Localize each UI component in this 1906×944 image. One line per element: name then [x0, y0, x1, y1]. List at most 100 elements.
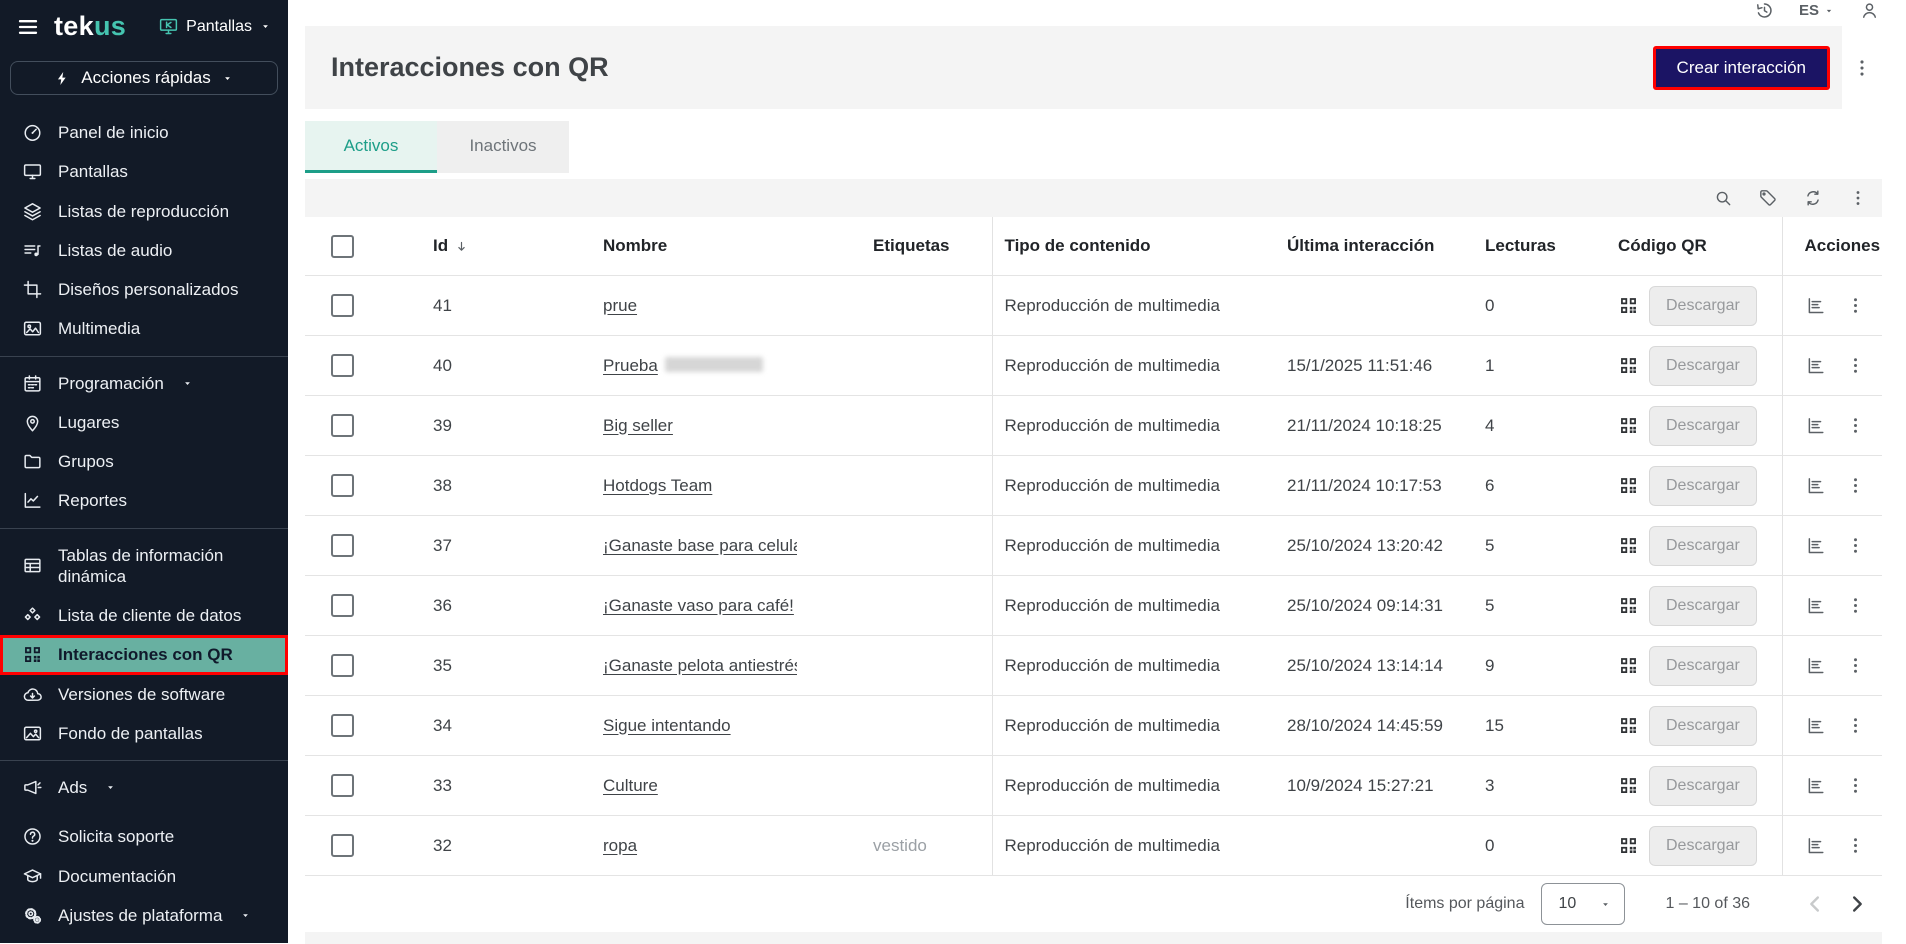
next-page-button[interactable] — [1844, 891, 1870, 917]
sidebar-item-programaci-n[interactable]: Programación — [0, 364, 288, 403]
column-header-nombre[interactable]: Nombre — [537, 217, 797, 276]
create-interaction-button[interactable]: Crear interacción — [1653, 46, 1830, 90]
row-checkbox[interactable] — [331, 354, 354, 377]
sidebar-item-documentaci-n[interactable]: Documentación — [0, 857, 288, 896]
qr-code-icon[interactable] — [1618, 595, 1639, 616]
person-icon[interactable] — [1859, 0, 1880, 21]
kebab-icon[interactable] — [1845, 295, 1866, 316]
row-checkbox[interactable] — [331, 654, 354, 677]
kebab-icon[interactable] — [1845, 355, 1866, 376]
download-button[interactable]: Descargar — [1649, 406, 1757, 446]
download-button[interactable]: Descargar — [1649, 466, 1757, 506]
sidebar-item-versiones-de-software[interactable]: Versiones de software — [0, 675, 288, 714]
bar-chart-icon[interactable] — [1805, 535, 1826, 556]
row-name-link[interactable]: Hotdogs Team — [603, 476, 712, 495]
column-header-lecturas[interactable]: Lecturas — [1463, 217, 1590, 276]
sync-icon[interactable] — [1803, 188, 1823, 208]
sidebar-item-lugares[interactable]: Lugares — [0, 403, 288, 442]
download-button[interactable]: Descargar — [1649, 826, 1757, 866]
qr-code-icon[interactable] — [1618, 355, 1639, 376]
row-name-link[interactable]: Culture — [603, 776, 658, 795]
sidebar-item-interacciones-con-qr[interactable]: Interacciones con QR — [0, 635, 288, 674]
kebab-icon[interactable] — [1845, 415, 1866, 436]
sidebar-item-panel-de-inicio[interactable]: Panel de inicio — [0, 113, 288, 152]
bar-chart-icon[interactable] — [1805, 295, 1826, 316]
column-header-ultima[interactable]: Última interacción — [1266, 217, 1463, 276]
download-button[interactable]: Descargar — [1649, 346, 1757, 386]
qr-code-icon[interactable] — [1618, 475, 1639, 496]
sidebar-item-ads[interactable]: Ads — [0, 768, 288, 807]
sidebar-item-fondo-de-pantallas[interactable]: Fondo de pantallas — [0, 714, 288, 753]
sidebar-item-listas-de-audio[interactable]: Listas de audio — [0, 231, 288, 270]
bar-chart-icon[interactable] — [1805, 775, 1826, 796]
sort-desc-icon[interactable] — [454, 239, 469, 254]
history-icon[interactable] — [1754, 0, 1775, 21]
row-name-link[interactable]: ¡Ganaste base para celular! — [603, 536, 797, 555]
download-button[interactable]: Descargar — [1649, 646, 1757, 686]
column-header-etiquetas[interactable]: Etiquetas — [797, 217, 992, 276]
row-checkbox[interactable] — [331, 414, 354, 437]
row-name-link[interactable]: ropa — [603, 836, 637, 855]
tab-activos[interactable]: Activos — [305, 121, 437, 173]
row-name-link[interactable]: Big seller — [603, 416, 673, 435]
column-header-id[interactable]: Id — [433, 236, 448, 256]
qr-code-icon[interactable] — [1618, 535, 1639, 556]
kebab-icon[interactable] — [1845, 775, 1866, 796]
column-header-tipo[interactable]: Tipo de contenido — [992, 217, 1266, 276]
sidebar-item-solicita-soporte[interactable]: Solicita soporte — [0, 817, 288, 856]
sidebar-item-grupos[interactable]: Grupos — [0, 442, 288, 481]
row-checkbox[interactable] — [331, 834, 354, 857]
download-button[interactable]: Descargar — [1649, 706, 1757, 746]
kebab-icon[interactable] — [1845, 535, 1866, 556]
row-checkbox[interactable] — [331, 534, 354, 557]
row-name-link[interactable]: ¡Ganaste vaso para café! — [603, 596, 794, 615]
sidebar-item-tablas-de-informaci-n-din-mica[interactable]: Tablas de información dinámica — [0, 536, 288, 597]
bar-chart-icon[interactable] — [1805, 355, 1826, 376]
kebab-icon[interactable] — [1848, 188, 1868, 208]
sidebar-item-listas-de-reproducci-n[interactable]: Listas de reproducción — [0, 192, 288, 231]
row-name-link[interactable]: prue — [603, 296, 637, 315]
download-button[interactable]: Descargar — [1649, 526, 1757, 566]
bar-chart-icon[interactable] — [1805, 655, 1826, 676]
bar-chart-icon[interactable] — [1805, 415, 1826, 436]
row-checkbox[interactable] — [331, 594, 354, 617]
row-name-link[interactable]: ¡Ganaste pelota antiestrés! — [603, 656, 797, 675]
row-name-link[interactable]: Prueba — [603, 356, 763, 375]
qr-code-icon[interactable] — [1618, 655, 1639, 676]
row-name-link[interactable]: Sigue intentando — [603, 716, 731, 735]
page-menu-button[interactable] — [1842, 57, 1882, 79]
menu-icon[interactable] — [16, 15, 40, 39]
page-size-select[interactable]: 10 — [1541, 883, 1625, 925]
download-button[interactable]: Descargar — [1649, 586, 1757, 626]
row-checkbox[interactable] — [331, 294, 354, 317]
sidebar-item-multimedia[interactable]: Multimedia — [0, 309, 288, 348]
bar-chart-icon[interactable] — [1805, 595, 1826, 616]
kebab-icon[interactable] — [1845, 475, 1866, 496]
bar-chart-icon[interactable] — [1805, 475, 1826, 496]
tag-icon[interactable] — [1758, 188, 1778, 208]
qr-code-icon[interactable] — [1618, 415, 1639, 436]
kebab-icon[interactable] — [1845, 595, 1866, 616]
qr-code-icon[interactable] — [1618, 715, 1639, 736]
qr-code-icon[interactable] — [1618, 835, 1639, 856]
language-selector[interactable]: ES — [1799, 2, 1835, 19]
qr-code-icon[interactable] — [1618, 295, 1639, 316]
sidebar-item-dise-os-personalizados[interactable]: Diseños personalizados — [0, 270, 288, 309]
quick-actions-button[interactable]: Acciones rápidas — [10, 61, 278, 95]
kebab-icon[interactable] — [1845, 835, 1866, 856]
sidebar-item-reportes[interactable]: Reportes — [0, 481, 288, 520]
download-button[interactable]: Descargar — [1649, 766, 1757, 806]
sidebar-item-lista-de-cliente-de-datos[interactable]: Lista de cliente de datos — [0, 596, 288, 635]
search-icon[interactable] — [1713, 188, 1733, 208]
row-checkbox[interactable] — [331, 714, 354, 737]
select-all-checkbox[interactable] — [331, 235, 354, 258]
row-checkbox[interactable] — [331, 774, 354, 797]
row-checkbox[interactable] — [331, 474, 354, 497]
bar-chart-icon[interactable] — [1805, 715, 1826, 736]
screens-dropdown[interactable]: Pantallas — [158, 16, 272, 37]
download-button[interactable]: Descargar — [1649, 286, 1757, 326]
kebab-icon[interactable] — [1845, 655, 1866, 676]
bar-chart-icon[interactable] — [1805, 835, 1826, 856]
qr-code-icon[interactable] — [1618, 775, 1639, 796]
sidebar-item-pantallas[interactable]: Pantallas — [0, 152, 288, 191]
